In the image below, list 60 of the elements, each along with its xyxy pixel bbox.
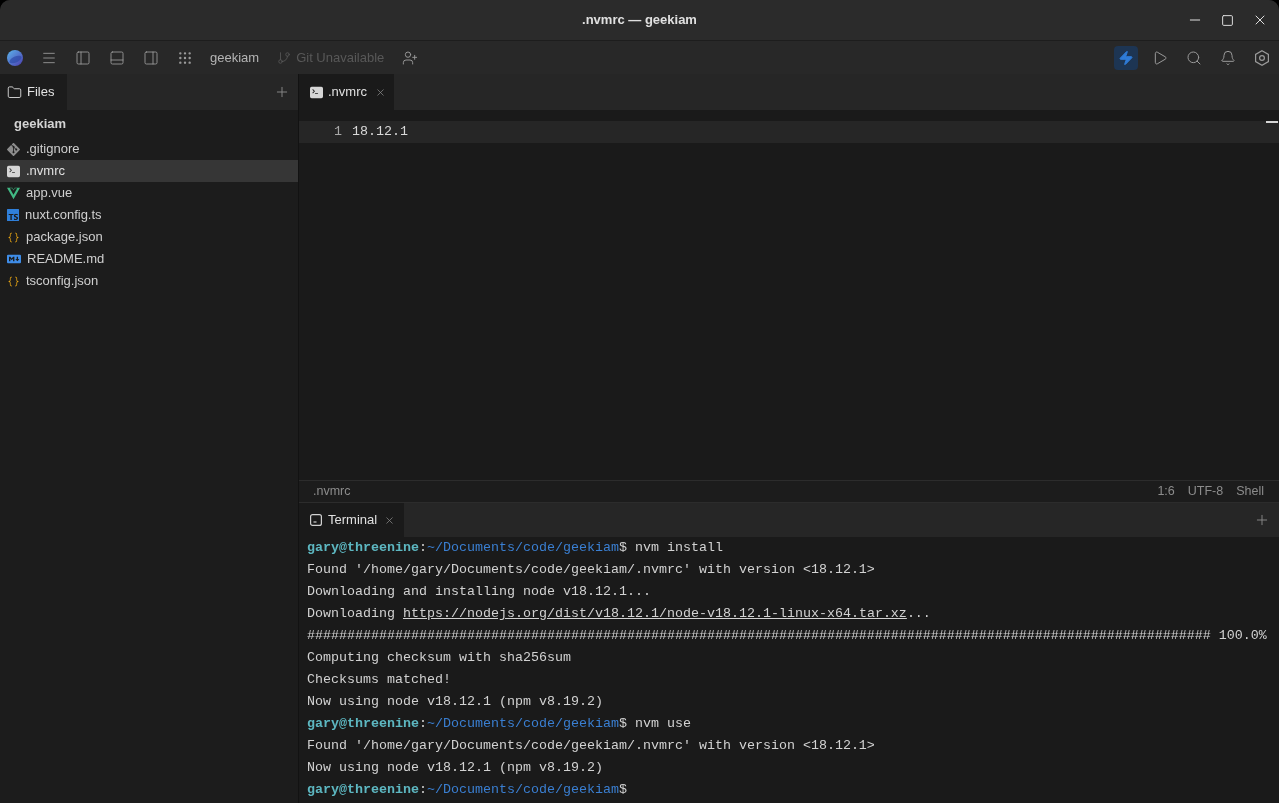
terminal-line: Downloading https://nodejs.org/dist/v18.12.1/node-v18.12.1-linux-x64.tar.xz...: [307, 605, 931, 623]
maximize-icon[interactable]: [1221, 13, 1234, 27]
grid-dots-icon[interactable]: [177, 49, 193, 66]
search-icon: [1186, 49, 1202, 66]
folder-icon: [7, 84, 22, 100]
terminal-icon: [310, 85, 323, 99]
add-user-icon[interactable]: [402, 49, 419, 66]
terminal-line: Found '/home/gary/Documents/code/geekiam/.nvmrc' with version <18.12.1>: [307, 737, 875, 755]
terminal-line: Found '/home/gary/Documents/code/geekiam/.nvmrc' with version <18.12.1>: [307, 561, 875, 579]
file-item[interactable]: .nvmrc: [0, 160, 298, 182]
terminal-line: Computing checksum with sha256sum: [307, 649, 571, 667]
play-icon: [1152, 49, 1168, 66]
project-name-button[interactable]: geekiam: [210, 51, 260, 64]
markdown-mark-icon: [7, 252, 21, 266]
diamond-icon: [7, 142, 20, 156]
file-item[interactable]: package.json: [0, 226, 298, 248]
files-tab[interactable]: Files: [0, 74, 68, 110]
add-icon[interactable]: [274, 84, 290, 100]
terminal-line: ################################################################################################################# 100.0%: [307, 627, 1267, 645]
terminal-prompt-line: gary@threenine:~/Documents/code/geekiam$ nvm use: [307, 715, 691, 733]
download-link[interactable]: https://nodejs.org/dist/v18.12.1/node-v18.12.1-linux-x64.tar.xz: [403, 606, 907, 621]
terminal-line: Now using node v18.12.1 (npm v8.19.2): [307, 759, 603, 777]
bolt-icon: [1118, 49, 1134, 66]
file-item[interactable]: README.md: [0, 248, 298, 270]
file-item[interactable]: nuxt.config.ts: [0, 204, 298, 226]
close-tab-icon[interactable]: [375, 86, 386, 98]
terminal-line: Now using node v18.12.1 (npm v8.19.2): [307, 693, 603, 711]
ruler-mark-icon: [1266, 121, 1278, 123]
braces-icon: [7, 274, 20, 288]
language-label[interactable]: Shell: [1236, 482, 1264, 501]
add-icon[interactable]: [1254, 512, 1270, 528]
right-panel-icon[interactable]: [143, 49, 159, 66]
bolt-button[interactable]: [1114, 45, 1138, 70]
left-panel-icon[interactable]: [75, 49, 91, 66]
terminal-prompt-line: gary@threenine:~/Documents/code/geekiam$: [307, 781, 627, 799]
line-number: 1: [333, 123, 342, 141]
editor-tab[interactable]: .nvmrc: [299, 74, 394, 110]
encoding-label[interactable]: UTF-8: [1187, 482, 1224, 501]
terminal-window-icon: [310, 514, 322, 526]
project-title: geekiam: [13, 115, 68, 134]
code-text: 18.12.1: [352, 123, 408, 141]
terminal-tab[interactable]: Terminal: [299, 503, 405, 537]
status-file-name: .nvmrc: [313, 483, 351, 501]
terminal-line: Checksums matched!: [307, 671, 451, 689]
sphere-logo-icon[interactable]: [7, 49, 23, 66]
cursor-position[interactable]: 1:6: [1157, 482, 1175, 501]
terminal-prompt-line: gary@threenine:~/Documents/code/geekiam$ nvm install: [307, 539, 723, 557]
file-item[interactable]: app.vue: [0, 182, 298, 204]
v-shape-icon: [7, 186, 20, 200]
bottom-panel-icon[interactable]: [109, 49, 125, 66]
file-item[interactable]: .gitignore: [0, 138, 298, 160]
branch-icon: [277, 50, 292, 65]
window-title: .nvmrc — geekiam: [582, 11, 697, 30]
terminal-line: Downloading and installing node v18.12.1...: [307, 583, 651, 601]
file-item[interactable]: tsconfig.json: [0, 270, 298, 292]
close-tab-icon[interactable]: [384, 514, 396, 526]
bell-icon: [1220, 49, 1236, 66]
settings-icon: [1254, 49, 1270, 66]
terminal-icon: [7, 164, 20, 178]
braces-icon: [7, 230, 20, 244]
